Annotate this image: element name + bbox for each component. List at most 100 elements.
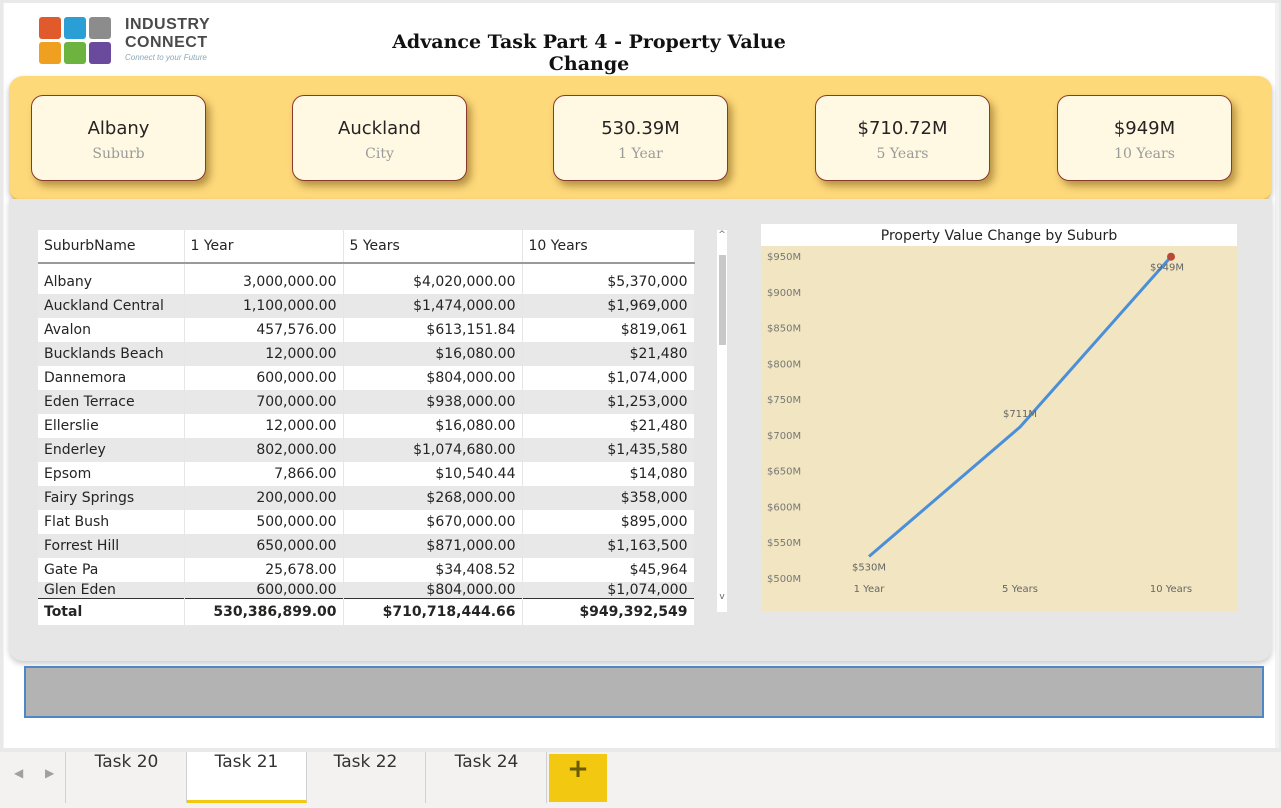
cell-value: $10,540.44 [343, 462, 523, 486]
cell-suburb: Eden Terrace [38, 390, 185, 414]
cell-suburb: Dannemora [38, 366, 185, 390]
kpi-card-5-years[interactable]: $710.72M 5 Years [815, 95, 990, 181]
cell-value: 650,000.00 [184, 534, 344, 558]
cell-value: $16,080.00 [343, 342, 523, 366]
kpi-card-1-year[interactable]: 530.39M 1 Year [553, 95, 728, 181]
scrollbar-thumb[interactable] [719, 255, 726, 345]
add-page-button[interactable]: + [549, 754, 607, 802]
tab-task-24[interactable]: Task 24 [427, 752, 547, 803]
cell-value: $34,408.52 [343, 558, 523, 582]
page-title: Advance Task Part 4 - Property Value Cha… [392, 31, 786, 75]
cell-value: $14,080 [522, 462, 695, 486]
cell-suburb: Ellerslie [38, 414, 185, 438]
kpi-label: 1 Year [618, 146, 663, 162]
cell-value: $938,000.00 [343, 390, 523, 414]
cell-value: $613,151.84 [343, 318, 523, 342]
x-tick-label: 10 Years [1150, 584, 1192, 595]
property-table[interactable]: SuburbName 1 Year 5 Years 10 Years Alban… [38, 230, 695, 625]
cell-suburb: Gate Pa [38, 558, 185, 582]
cell-suburb: Epsom [38, 462, 185, 486]
page-tab-bar: ◀ ▶ Task 20 Task 21 Task 22 Task 24 + [0, 752, 1281, 808]
column-header-1-year[interactable]: 1 Year [184, 230, 344, 264]
table-total-row: Total 530,386,899.00 $710,718,444.66 $949,3… [38, 598, 695, 625]
cell-suburb: Bucklands Beach [38, 342, 185, 366]
cell-value: $4,020,000.00 [343, 263, 523, 294]
total-label: Total [38, 598, 185, 625]
cell-value: 12,000.00 [184, 414, 344, 438]
data-label: $711M [1003, 409, 1037, 420]
y-tick-label: $650M [767, 467, 801, 478]
table-row[interactable]: Eden Terrace 700,000.00 $938,000.00 $1,253,… [38, 390, 695, 414]
column-header-suburbname[interactable]: SuburbName [38, 230, 185, 264]
table-row[interactable]: Gate Pa 25,678.00 $34,408.52 $45,964 [38, 558, 695, 582]
table-row[interactable]: Enderley 802,000.00 $1,074,680.00 $1,435,58… [38, 438, 695, 462]
cell-suburb: Fairy Springs [38, 486, 185, 510]
column-header-10-years[interactable]: 10 Years [522, 230, 695, 264]
cell-value: $1,253,000 [522, 390, 695, 414]
data-label: $949M [1150, 263, 1184, 274]
y-tick-label: $550M [767, 538, 801, 549]
column-header-5-years[interactable]: 5 Years [343, 230, 523, 264]
table-row[interactable]: Auckland Central 1,100,000.00 $1,474,000.0… [38, 294, 695, 318]
table-row[interactable]: Bucklands Beach 12,000.00 $16,080.00 $21,48… [38, 342, 695, 366]
cell-suburb: Enderley [38, 438, 185, 462]
logo-tagline: Connect to your Future [125, 53, 207, 62]
table-row[interactable]: Fairy Springs 200,000.00 $268,000.00 $358,0… [38, 486, 695, 510]
cell-value: 457,576.00 [184, 318, 344, 342]
scroll-down-icon[interactable]: v [717, 592, 727, 602]
kpi-label: 5 Years [876, 146, 929, 162]
table-row[interactable]: Glen Eden 600,000.00 $804,000.00 $1,074,000 [38, 582, 695, 599]
selected-empty-visual[interactable] [24, 666, 1264, 718]
x-tick-label: 5 Years [1002, 584, 1038, 595]
scroll-up-icon[interactable]: ^ [717, 230, 727, 240]
kpi-value: $949M [1113, 118, 1176, 139]
cell-value: $358,000 [522, 486, 695, 510]
logo-line1: INDUSTRY [125, 16, 211, 33]
cell-value: 600,000.00 [184, 366, 344, 390]
cell-value: $1,074,000 [522, 366, 695, 390]
main-panel: SuburbName 1 Year 5 Years 10 Years Alban… [9, 199, 1272, 661]
cell-suburb: Forrest Hill [38, 534, 185, 558]
kpi-card-10-years[interactable]: $949M 10 Years [1057, 95, 1232, 181]
table-row[interactable]: Dannemora 600,000.00 $804,000.00 $1,074,000 [38, 366, 695, 390]
cell-value: $1,074,680.00 [343, 438, 523, 462]
cell-value: $1,969,000 [522, 294, 695, 318]
next-page-icon[interactable]: ▶ [45, 766, 54, 780]
table-row[interactable]: Forrest Hill 650,000.00 $871,000.00 $1,163,… [38, 534, 695, 558]
table-scrollbar[interactable]: ^ v [717, 230, 727, 612]
cell-value: $268,000.00 [343, 486, 523, 510]
data-point-marker[interactable] [1167, 252, 1175, 261]
tab-task-22[interactable]: Task 22 [306, 752, 426, 803]
kpi-card-suburb[interactable]: Albany Suburb [31, 95, 206, 181]
table-row[interactable]: Ellerslie 12,000.00 $16,080.00 $21,480 [38, 414, 695, 438]
tab-task-20[interactable]: Task 20 [67, 752, 187, 803]
cell-value: 1,100,000.00 [184, 294, 344, 318]
y-tick-label: $850M [767, 324, 801, 335]
chart-plot-area [761, 246, 1237, 611]
kpi-value: 530.39M [601, 118, 680, 139]
cell-value: 7,866.00 [184, 462, 344, 486]
table-row[interactable]: Flat Bush 500,000.00 $670,000.00 $895,000 [38, 510, 695, 534]
y-tick-label: $700M [767, 431, 801, 442]
tab-task-21[interactable]: Task 21 [187, 752, 307, 803]
kpi-value: Auckland [338, 118, 421, 139]
cell-suburb: Avalon [38, 318, 185, 342]
cell-value: $1,474,000.00 [343, 294, 523, 318]
cell-value: 600,000.00 [184, 582, 344, 599]
table-row[interactable]: Albany 3,000,000.00 $4,020,000.00 $5,370,00… [38, 263, 695, 294]
previous-page-icon[interactable]: ◀ [14, 766, 23, 780]
y-tick-label: $800M [767, 359, 801, 370]
property-value-line-chart[interactable]: Property Value Change by Suburb $500M $55… [761, 224, 1237, 611]
kpi-card-city[interactable]: Auckland City [292, 95, 467, 181]
cell-suburb: Auckland Central [38, 294, 185, 318]
table-row[interactable]: Avalon 457,576.00 $613,151.84 $819,061 [38, 318, 695, 342]
cell-value: $819,061 [522, 318, 695, 342]
cell-value: $670,000.00 [343, 510, 523, 534]
cell-value: 500,000.00 [184, 510, 344, 534]
cell-value: 25,678.00 [184, 558, 344, 582]
y-tick-label: $600M [767, 502, 801, 513]
cell-value: $21,480 [522, 342, 695, 366]
cell-suburb: Albany [38, 263, 185, 294]
table-row[interactable]: Epsom 7,866.00 $10,540.44 $14,080 [38, 462, 695, 486]
cell-value: $804,000.00 [343, 582, 523, 599]
